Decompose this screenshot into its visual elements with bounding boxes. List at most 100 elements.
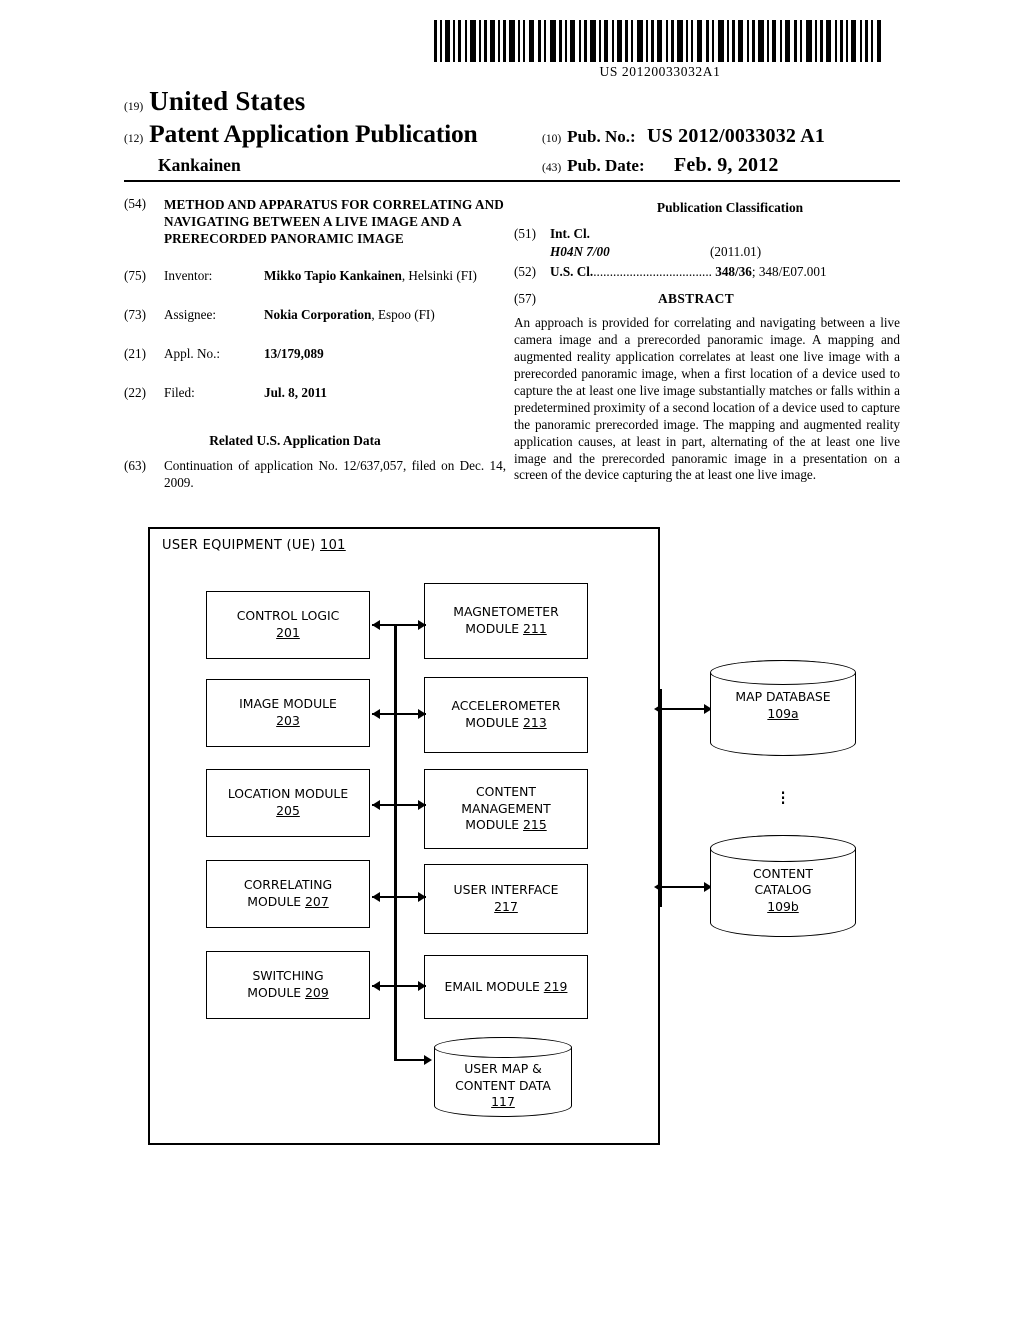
arrow-head-right (424, 1055, 432, 1065)
cylinder-top (710, 660, 856, 685)
abstract-heading-row: (57) ABSTRACT (514, 290, 900, 307)
datastore-ref-numeral: 109b (767, 899, 799, 915)
related-data-heading: Related U.S. Application Data (209, 433, 381, 449)
arrow-head-right (418, 620, 426, 630)
field-code: (75) (124, 268, 146, 284)
module-image[interactable]: IMAGE MODULE 203 (206, 679, 370, 747)
us-cl-label: U.S. Cl. (550, 264, 594, 280)
publication-classification-heading: Publication Classification (656, 200, 804, 215)
barcode-icon (434, 20, 881, 62)
datastore-label: MAP DATABASE 109a (710, 689, 856, 722)
module-label-2: MANAGEMENT (461, 800, 551, 816)
module-ref-numeral: 213 (523, 715, 547, 730)
datastore-user-map-content-data[interactable]: USER MAP & CONTENT DATA 117 (434, 1037, 572, 1117)
abstract-text: An approach is provided for correlating … (514, 314, 900, 483)
publication-number-text: US 20120033032A1 (599, 64, 721, 79)
datastore-label-line2: CATALOG (754, 882, 812, 898)
module-magnetometer[interactable]: MAGNETOMETER MODULE 211 (424, 583, 588, 659)
ue-ref-numeral: 101 (320, 538, 346, 553)
module-label: LOCATION MODULE (227, 786, 349, 802)
int-cl-symbol-row: H04N 7/00 (2011.01) (514, 243, 900, 260)
int-cl-row: (51) Int. Cl. (514, 225, 900, 242)
code-43: (43) (542, 162, 562, 174)
module-label-3: MODULE 215 (465, 817, 546, 834)
arrow-head-left (654, 704, 662, 714)
module-label-line2: MODULE (465, 621, 520, 636)
field-appl-no: (21) Appl. No.: 13/179,089 (124, 346, 506, 363)
field-code: (22) (124, 385, 146, 401)
module-correlating[interactable]: CORRELATING MODULE 207 (206, 860, 370, 928)
datastore-label: CONTENT CATALOG 109b (710, 866, 856, 916)
module-ref-numeral: 201 (276, 625, 300, 640)
datastore-map-database[interactable]: MAP DATABASE 109a (710, 660, 856, 756)
field-code: (51) (514, 226, 536, 241)
module-label-line3: MODULE (465, 817, 520, 833)
module-label: CONTENT (476, 783, 536, 799)
header-divider (124, 180, 900, 182)
related-application-text: Continuation of application No. 12/637,0… (164, 458, 506, 490)
vertical-ellipsis-icon: . . . (773, 777, 793, 807)
datastore-content-catalog[interactable]: CONTENT CATALOG 109b (710, 835, 856, 937)
us-cl-leader: .................................... (593, 264, 712, 280)
field-code: (54) (124, 196, 146, 211)
arrow-head-left (372, 892, 380, 902)
us-cl-primary: 348/36 (715, 264, 752, 280)
document-type: Patent Application Publication (149, 119, 478, 148)
pub-no-line: (10) Pub. No.: US 2012/0033032 A1 (542, 125, 900, 148)
module-label: EMAIL MODULE 219 (445, 979, 568, 996)
field-related-application: (63) Continuation of application No. 12/… (124, 458, 506, 492)
module-label: IMAGE MODULE (239, 696, 337, 712)
field-filed: (22) Filed: Jul. 8, 2011 (124, 385, 506, 402)
module-content-management[interactable]: CONTENT MANAGEMENT MODULE 215 (424, 769, 588, 849)
module-label-2: MODULE 211 (465, 621, 546, 638)
module-control-logic[interactable]: CONTROL LOGIC 201 (206, 591, 370, 659)
figure-block-diagram: USER EQUIPMENT (UE) 101 CONTROL LOGIC 20… (148, 527, 878, 1157)
left-column: (54) METHOD AND APPARATUS FOR CORRELATIN… (124, 196, 514, 505)
field-code: (73) (124, 307, 146, 323)
field-value: Mikko Tapio Kankainen, Helsinki (FI) (264, 268, 506, 285)
arrow-head-left (372, 800, 380, 810)
ue-label-text: USER EQUIPMENT (UE) (162, 538, 316, 553)
field-label: Inventor: (164, 268, 213, 284)
invention-title: METHOD AND APPARATUS FOR CORRELATING AND… (164, 197, 504, 247)
pub-no-value: US 2012/0033032 A1 (647, 125, 826, 147)
module-location[interactable]: LOCATION MODULE 205 (206, 769, 370, 837)
int-cl-symbol: H04N 7/00 (550, 244, 610, 260)
arrow-head-left (372, 709, 380, 719)
module-label: SWITCHING (252, 968, 324, 984)
application-number: 13/179,089 (264, 346, 324, 362)
abstract-heading: ABSTRACT (657, 291, 735, 307)
field-value: Nokia Corporation, Espoo (FI) (264, 307, 506, 324)
barcode-block: US 20120033032A1 (432, 20, 888, 80)
code-10: (10) (542, 133, 562, 145)
module-label-line2: MODULE (247, 985, 302, 1000)
country-name: United States (149, 86, 306, 116)
inventor-location: , Helsinki (FI) (401, 268, 477, 284)
module-email[interactable]: EMAIL MODULE 219 (424, 955, 588, 1019)
int-cl-label: Int. Cl. (550, 226, 590, 241)
us-cl-secondary: ; 348/E07.001 (751, 264, 827, 280)
masthead: (19) United States (12) Patent Application… (124, 86, 900, 177)
field-inventor: (75) Inventor: Mikko Tapio Kankainen, He… (124, 268, 506, 285)
module-switching[interactable]: SWITCHING MODULE 209 (206, 951, 370, 1019)
module-user-interface[interactable]: USER INTERFACE 217 (424, 864, 588, 934)
module-accelerometer[interactable]: ACCELEROMETER MODULE 213 (424, 677, 588, 753)
module-label-2: MODULE 213 (465, 715, 546, 732)
us-cl-row: (52) U.S. Cl............................… (514, 263, 900, 280)
module-label-2: MODULE 209 (247, 985, 328, 1002)
cylinder-top (710, 835, 856, 862)
field-code: (57) (514, 291, 536, 307)
assignee-location: , Espoo (FI) (371, 307, 435, 323)
field-label: Appl. No.: (164, 346, 221, 362)
module-label: CORRELATING (243, 877, 333, 893)
inventor-name: Mikko Tapio Kankainen (264, 268, 402, 284)
arrow-head-left (654, 882, 662, 892)
user-equipment-label: USER EQUIPMENT (UE) 101 (162, 538, 346, 553)
datastore-ref-numeral: 109a (767, 705, 799, 721)
module-ref-numeral: 207 (305, 894, 329, 909)
module-ref-numeral: 217 (494, 899, 518, 914)
module-label-2: MODULE 207 (247, 894, 328, 911)
arrow-head-right (418, 892, 426, 902)
arrow-head-left (372, 981, 380, 991)
field-label: Assignee: (164, 307, 217, 323)
